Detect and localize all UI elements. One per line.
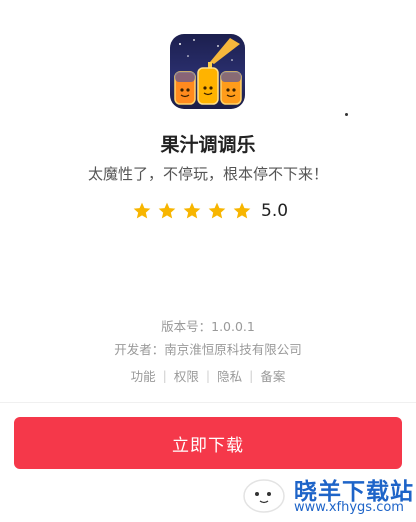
star-icon (183, 202, 201, 219)
link-features[interactable]: 功能 (131, 366, 156, 385)
version-info: 版本号：1.0.0.1 (161, 319, 255, 334)
app-title: 果汁调调乐 (160, 134, 256, 156)
star-icon (208, 202, 226, 219)
app-icon (170, 34, 245, 109)
app-detail-page: { "app": { "name": "果汁调调乐", "tagline": "… (0, 0, 416, 518)
stray-dot (345, 113, 348, 116)
app-tagline: 太魔性了，不停玩，根本停不下来！ (87, 165, 328, 183)
sheep-logo-icon (243, 479, 285, 513)
watermark: 晓羊下载站 www.xfhygs.com (238, 470, 416, 518)
star-icon (133, 202, 151, 219)
link-privacy[interactable]: 隐私 (217, 366, 242, 385)
info-links: 功能 | 权限 | 隐私 | 备案 (0, 366, 416, 385)
link-permissions[interactable]: 权限 (174, 366, 199, 385)
developer-info: 开发者：南京淮恒原科技有限公司 (114, 342, 302, 357)
star-icon (233, 202, 251, 219)
download-button[interactable]: 立即下载 (14, 417, 402, 469)
rating-value: 5.0 (261, 201, 289, 221)
watermark-url: www.xfhygs.com (294, 500, 404, 515)
star-icon (158, 202, 176, 219)
link-separator: | (205, 368, 211, 383)
rating-row: 5.0 (132, 198, 288, 224)
divider (0, 402, 416, 403)
link-separator: | (249, 368, 254, 383)
link-separator: | (162, 368, 167, 383)
link-filing[interactable]: 备案 (260, 366, 285, 385)
